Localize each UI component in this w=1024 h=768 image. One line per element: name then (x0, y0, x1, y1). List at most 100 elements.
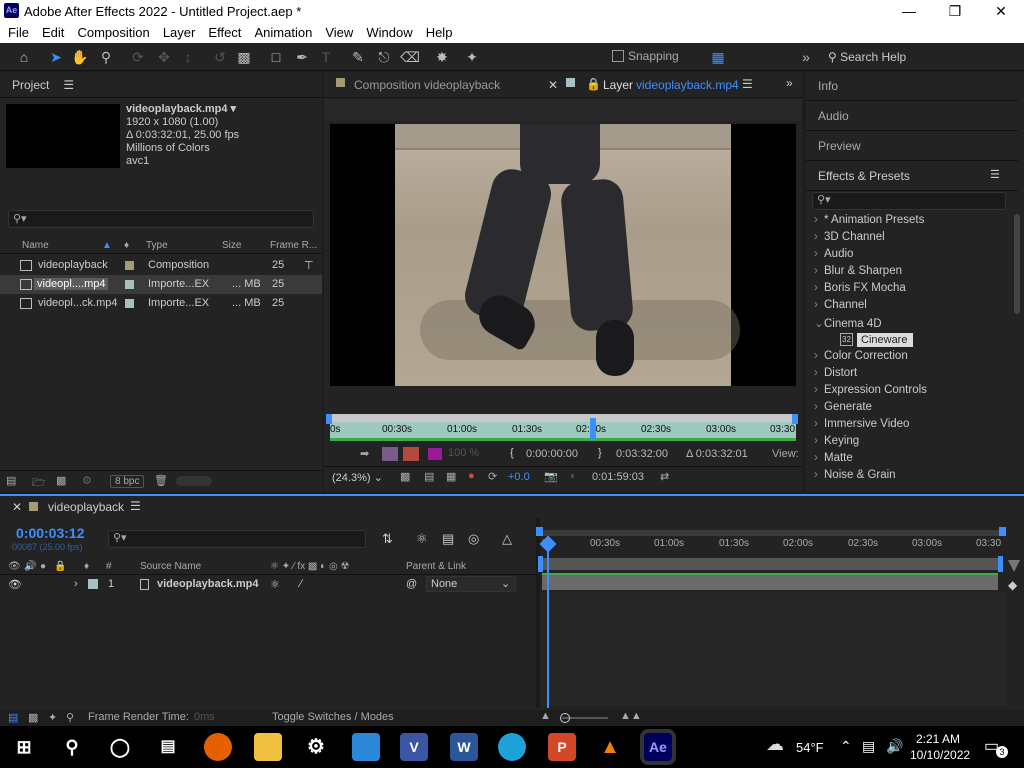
menu-window[interactable]: Window (366, 22, 412, 40)
reset-exposure-icon[interactable]: ⟳ (488, 470, 497, 483)
render-time-pane-icon[interactable]: ⚲ (66, 711, 74, 724)
keyframe-navigator-icon[interactable]: ◆ (1008, 578, 1017, 592)
draft-3d-icon[interactable]: ⚛ (416, 531, 428, 547)
file-explorer-icon[interactable] (254, 733, 282, 761)
viewer-menu-icon[interactable]: ☰ (742, 77, 753, 91)
panel-overflow-icon[interactable]: » (786, 76, 793, 90)
work-area-end[interactable] (998, 556, 1003, 572)
sort-asc-icon[interactable]: ▲ (102, 240, 112, 254)
effect-category[interactable]: › Audio (814, 248, 853, 260)
out-point-marker[interactable] (792, 414, 798, 424)
tab-composition[interactable]: Composition videoplayback (354, 78, 500, 92)
effect-category[interactable]: › Channel (814, 299, 867, 311)
puppet-pin-icon[interactable]: ✦ (462, 47, 482, 67)
solo-icon[interactable]: ● (40, 561, 46, 572)
close-icon[interactable]: ✕ (978, 0, 1024, 22)
hand-tool-icon[interactable]: ✋ (70, 47, 90, 67)
frame-blending-icon[interactable]: ◎ (468, 531, 479, 547)
zoom-in-icon[interactable]: ▲▲ (620, 710, 642, 722)
panel-menu-icon[interactable]: ☰ (63, 78, 74, 92)
selection-tool-icon[interactable]: ➤ (46, 47, 66, 67)
effect-category[interactable]: › Expression Controls (814, 384, 927, 396)
new-composition-icon[interactable]: ▩ (56, 474, 66, 487)
pen-tool-icon[interactable]: ✒ (292, 47, 312, 67)
exposure-value[interactable]: +0.0 (508, 471, 530, 483)
orbit-camera-icon[interactable]: ⟳ (128, 47, 148, 67)
effects-menu-icon[interactable]: ☰ (990, 168, 1000, 181)
settings-icon[interactable]: ⚙ (302, 733, 330, 761)
label-color-swatch[interactable] (88, 579, 98, 589)
timeline-comp-name[interactable]: videoplayback (48, 500, 124, 514)
timeline-layer-row[interactable]: 👁 › 1 videoplayback.mp4 ⚛ ∕ @ None ⌄ (0, 576, 536, 593)
flowchart-icon[interactable]: ⊤ (304, 259, 314, 272)
in-time[interactable]: 0:00:00:00 (526, 448, 578, 460)
maximize-icon[interactable]: ❐ (932, 0, 978, 22)
zoom-tool-icon[interactable]: ⚲ (96, 47, 116, 67)
navigator-start-handle[interactable] (536, 527, 543, 536)
effect-category[interactable]: › Color Correction (814, 350, 908, 362)
col-parent-link[interactable]: Parent & Link (406, 561, 466, 572)
comp-mini-flowchart-icon[interactable]: ⇅ (382, 531, 393, 547)
shy-layers-icon[interactable]: ▤ (442, 531, 454, 547)
layer-name[interactable]: videoplayback.mp4 (157, 578, 259, 590)
effect-category[interactable]: › Immersive Video (814, 418, 909, 430)
effect-category-expanded[interactable]: ⌄Cinema 4D (814, 316, 882, 330)
menu-composition[interactable]: Composition (77, 22, 149, 40)
project-row-name[interactable]: videopl....mp4 (34, 278, 109, 290)
effects-scrollbar[interactable] (1014, 214, 1020, 314)
channel-icon[interactable]: ● (468, 470, 475, 482)
parent-dropdown[interactable]: None ⌄ (426, 576, 516, 592)
rectangle-tool-icon[interactable]: □ (266, 47, 286, 67)
timeline-menu-icon[interactable]: ☰ (130, 499, 141, 513)
store-icon[interactable] (352, 733, 380, 761)
project-row[interactable]: videoplayback Composition 25 ⊤ (0, 256, 322, 275)
zoom-dropdown[interactable]: (24.3%) ⌄ (332, 471, 383, 484)
lock-icon[interactable]: 🔒 (54, 561, 66, 572)
windows-icon[interactable]: ⊞ (10, 733, 38, 761)
shy-switch-icon[interactable]: ⚛ (270, 578, 280, 591)
zoom-slider-thumb[interactable] (560, 713, 570, 723)
modes-pane-icon[interactable]: ▩ (28, 711, 38, 724)
visio-icon[interactable]: V (400, 733, 428, 761)
after-effects-icon[interactable]: Ae (644, 733, 672, 761)
snapshot-icon[interactable]: 📷 (544, 470, 558, 483)
effect-item-cineware[interactable]: Cineware (857, 333, 913, 347)
label-tag-icon[interactable]: ♦ (84, 561, 89, 572)
effect-category[interactable]: › 3D Channel (814, 231, 885, 243)
view-label[interactable]: View: (772, 448, 799, 460)
close-tab-icon[interactable]: ✕ (548, 78, 558, 92)
lock-icon[interactable]: 🔒 (586, 77, 601, 91)
pan-behind-icon[interactable]: ▩ (234, 47, 254, 67)
pan-camera-icon[interactable]: ✥ (154, 47, 174, 67)
clone-stamp-icon[interactable]: ⎋ (374, 47, 394, 67)
menu-edit[interactable]: Edit (42, 22, 64, 40)
grid-icon[interactable]: ▦ (446, 470, 456, 483)
type-tool-icon[interactable]: T (316, 47, 336, 67)
in-point-marker[interactable] (326, 414, 332, 424)
project-settings-icon[interactable]: ⚙ (82, 474, 92, 487)
toggle-mask-icon[interactable] (403, 447, 419, 461)
project-item-name[interactable]: videoplayback.mp4 ▾ (126, 103, 236, 116)
set-out-icon[interactable]: } (598, 447, 602, 459)
show-snapshot-icon[interactable]: ◐ (570, 470, 577, 482)
menu-view[interactable]: View (325, 22, 353, 40)
col-name[interactable]: Name (22, 240, 49, 254)
snapping-toggle[interactable]: Snapping (612, 49, 679, 63)
eye-icon[interactable]: 👁 (8, 578, 22, 591)
col-frame-rate[interactable]: Frame R... (270, 240, 317, 254)
time-navigator[interactable] (540, 530, 1006, 536)
workspace-overflow-icon[interactable]: » (796, 47, 816, 67)
timeline-track-area[interactable] (540, 592, 1006, 706)
timeline-search-input[interactable]: ⚲▾ (108, 530, 366, 548)
audio-panel-header[interactable]: Audio (806, 102, 1018, 131)
layer-duration-bar[interactable] (542, 573, 998, 590)
label-color-swatch[interactable] (125, 261, 134, 270)
pick-whip-icon[interactable]: @ (406, 578, 417, 590)
snapping-checkbox[interactable] (612, 50, 624, 62)
info-panel-header[interactable]: Info (806, 72, 1018, 101)
quality-switch-icon[interactable]: ∕ (300, 578, 302, 590)
project-search-input[interactable]: ⚲▾ (8, 210, 314, 228)
current-timecode[interactable]: 0:00:03:12 (16, 525, 85, 541)
cortana-icon[interactable]: ◯ (106, 733, 134, 761)
zoom-out-icon[interactable]: ▲ (540, 710, 551, 722)
